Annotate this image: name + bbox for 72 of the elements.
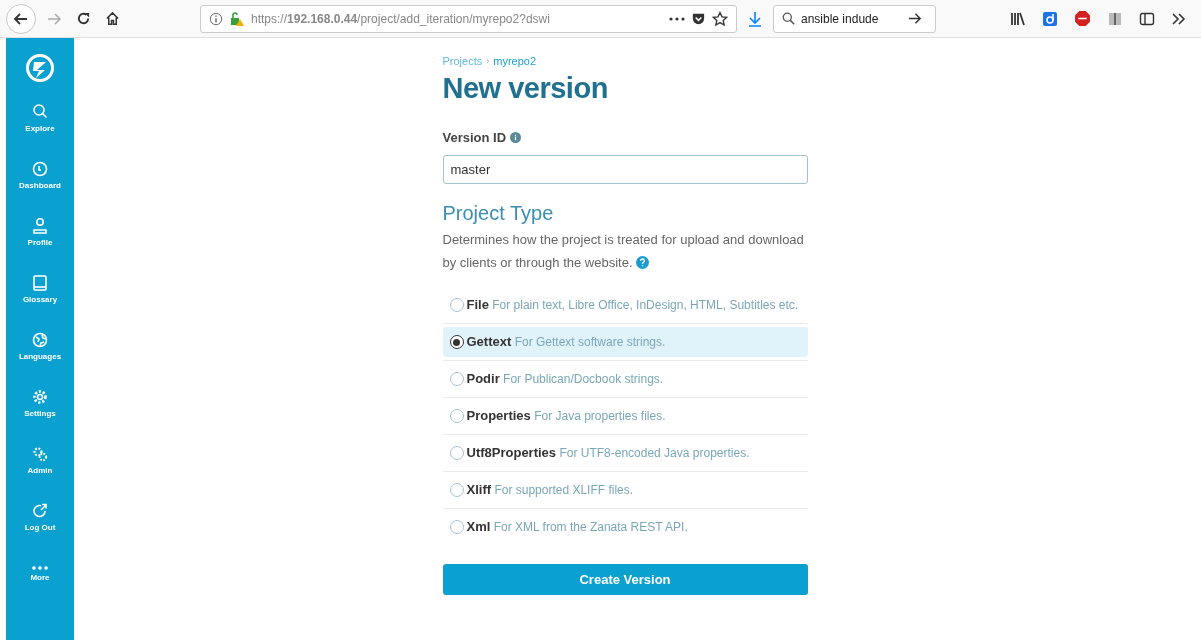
- clock-icon: [31, 159, 49, 178]
- download-icon[interactable]: [747, 10, 763, 27]
- radio-button[interactable]: [449, 298, 464, 312]
- project-type-option[interactable]: Properties For Java properties files.: [442, 401, 808, 431]
- option-text: Xliff For supported XLIFF files.: [466, 481, 634, 499]
- option-text: Podir For Publican/Docbook strings.: [466, 370, 664, 388]
- address-bar[interactable]: https://192.168.0.44/project/add_iteration/myrepo2?dswi: [200, 4, 737, 33]
- arrow-right-icon[interactable]: [907, 11, 922, 26]
- page-title: New version: [442, 70, 609, 106]
- search-icon: [782, 12, 795, 25]
- project-type-option[interactable]: Xml For XML from the Zanata REST API.: [442, 512, 808, 542]
- arrow-left-icon: [13, 10, 29, 27]
- sidebar-item[interactable]: Languages: [10, 324, 70, 368]
- sidebar-item[interactable]: Explore: [10, 96, 70, 140]
- section-heading: Project Type: [442, 201, 555, 226]
- search-icon: [31, 102, 49, 121]
- sidebar-item[interactable]: Settings: [10, 381, 70, 425]
- breadcrumb-link[interactable]: Projects: [442, 53, 483, 70]
- book-icon: [31, 273, 49, 292]
- pocket-icon[interactable]: [691, 11, 706, 26]
- more-icon: [32, 565, 48, 570]
- overflow-icon[interactable]: [1171, 10, 1187, 27]
- search-field[interactable]: ansible indude: [801, 9, 901, 28]
- project-type-option[interactable]: File For plain text, Libre Office, InDesign, HTML, Subtitles etc.: [442, 290, 808, 320]
- option-text: Properties For Java properties files.: [466, 407, 666, 425]
- info-icon[interactable]: [510, 131, 522, 143]
- version-id-field[interactable]: master: [442, 155, 808, 184]
- radio-button[interactable]: [449, 335, 464, 349]
- sidebar-item[interactable]: Dashboard: [10, 153, 70, 197]
- project-type-option[interactable]: Xliff For supported XLIFF files.: [442, 475, 808, 505]
- option-text: Utf8Properties For UTF8-encoded Java properties.: [466, 444, 750, 462]
- sidebar-item[interactable]: Log Out: [10, 495, 70, 539]
- search-bar[interactable]: ansible indude: [773, 4, 936, 33]
- library-icon[interactable]: [1010, 10, 1026, 27]
- person-icon: [31, 216, 49, 235]
- more-icon[interactable]: [669, 16, 685, 21]
- option-text: Xml For XML from the Zanata REST API.: [466, 518, 688, 536]
- create-version-button[interactable]: Create Version: [442, 564, 808, 595]
- info-icon: [209, 11, 223, 26]
- sidebar-item[interactable]: Glossary: [10, 267, 70, 311]
- option-text: Gettext For Gettext software strings.: [466, 333, 666, 351]
- sidebar-icon[interactable]: [1139, 10, 1155, 27]
- url-text: https://192.168.0.44/project/add_iteration/myrepo2?dswi: [251, 10, 551, 28]
- reader-icon[interactable]: [1107, 10, 1123, 27]
- help-icon[interactable]: [636, 256, 650, 269]
- project-type-option[interactable]: Utf8Properties For UTF8-encoded Java properties.: [442, 438, 808, 468]
- radio-button[interactable]: [449, 520, 464, 534]
- reload-icon[interactable]: [76, 11, 91, 26]
- project-type-option[interactable]: Podir For Publican/Docbook strings.: [442, 364, 808, 394]
- back-button[interactable]: [6, 3, 36, 34]
- option-text: File For plain text, Libre Office, InDesign, HTML, Subtitles etc.: [466, 296, 799, 314]
- breadcrumb-separator: ›: [486, 54, 490, 68]
- radio-button[interactable]: [449, 409, 464, 423]
- adblock-icon[interactable]: [1074, 10, 1091, 27]
- star-icon[interactable]: [712, 10, 728, 27]
- field-label: Version ID: [442, 128, 507, 147]
- warning-lock-icon: [229, 10, 245, 27]
- sidebar-item[interactable]: More: [10, 552, 70, 596]
- logo-icon[interactable]: [25, 53, 55, 83]
- sidebar-item[interactable]: Admin: [10, 438, 70, 482]
- logout-icon: [31, 501, 49, 520]
- home-icon[interactable]: [105, 11, 120, 26]
- breadcrumb-link[interactable]: myrepo2: [493, 53, 537, 70]
- extension-icon[interactable]: [1042, 10, 1058, 27]
- globe-icon: [31, 330, 49, 349]
- sidebar-item[interactable]: Profile: [10, 210, 70, 254]
- radio-button[interactable]: [449, 446, 464, 460]
- section-description: Determines how the project is treated for upload and download by clients or through the website.: [442, 231, 805, 272]
- settings-icon: [31, 387, 49, 406]
- project-type-option[interactable]: Gettext For Gettext software strings.: [442, 327, 808, 357]
- radio-button[interactable]: [449, 372, 464, 386]
- radio-button[interactable]: [449, 483, 464, 497]
